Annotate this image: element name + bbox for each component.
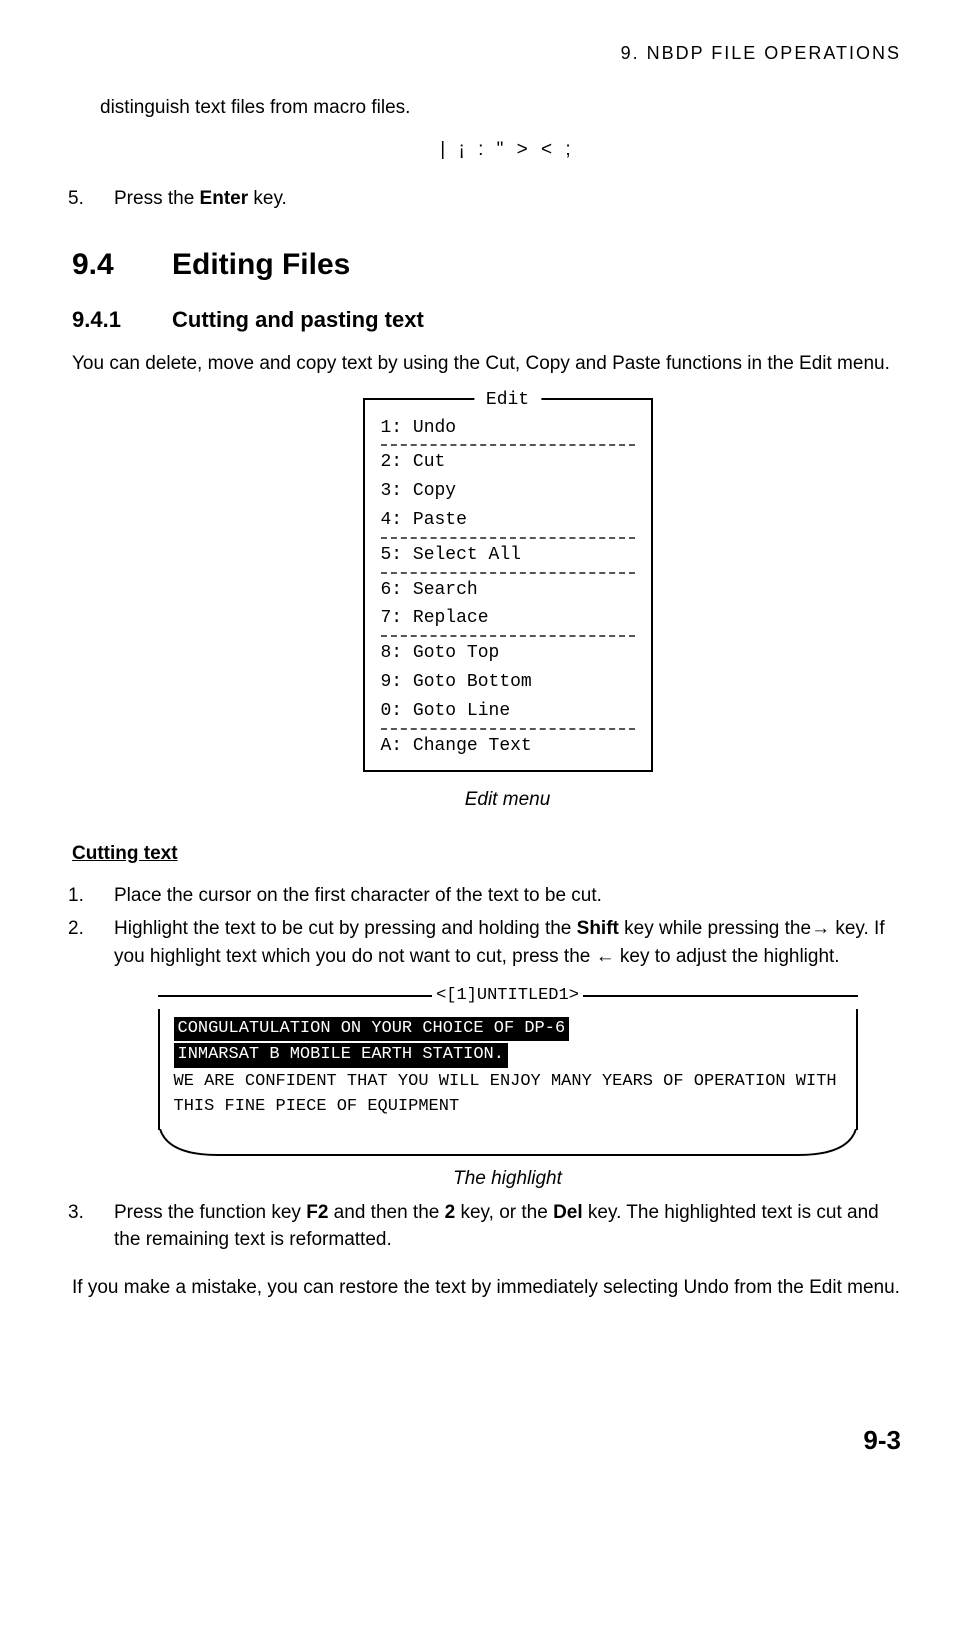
t: and then the	[328, 1202, 444, 1223]
edit-menu-item-undo: 1: Undo	[381, 414, 635, 443]
plain-text: WE ARE CONFIDENT THAT YOU WILL ENJOY MAN…	[174, 1072, 837, 1116]
edit-menu-caption: Edit menu	[114, 786, 901, 814]
undo-note: If you make a mistake, you can restore t…	[72, 1274, 901, 1302]
edit-menu-item-goto-top: 8: Goto Top	[381, 639, 635, 668]
step-content: Press the Enter key.	[114, 185, 901, 213]
step5-text-a: Press the	[114, 188, 200, 209]
menu-divider	[381, 444, 635, 446]
cut-step-1: 1. Place the cursor on the first charact…	[68, 882, 901, 910]
highlight-body: CONGULATULATION ON YOUR CHOICE OF DP-6 I…	[158, 1009, 858, 1130]
chapter-header: 9. NBDP FILE OPERATIONS	[72, 40, 901, 66]
subsection-title: Cutting and pasting text	[172, 307, 424, 332]
highlighted-line-2: INMARSAT B MOBILE EARTH STATION.	[174, 1043, 508, 1068]
cutting-text-heading: Cutting text	[72, 840, 901, 868]
section-title: Editing Files	[172, 248, 350, 281]
step-content: Highlight the text to be cut by pressing…	[114, 915, 901, 970]
highlight-figure: <[1]UNTITLED1> CONGULATULATION ON YOUR C…	[114, 984, 901, 1159]
enter-key-label: Enter	[200, 188, 249, 209]
menu-divider	[381, 572, 635, 574]
cut-step-2: 2. Highlight the text to be cut by press…	[68, 915, 901, 970]
section-number: 9.4	[72, 243, 172, 287]
hb-line-left	[158, 995, 433, 997]
edit-menu-item-paste: 4: Paste	[381, 506, 635, 535]
highlight-box: <[1]UNTITLED1> CONGULATULATION ON YOUR C…	[158, 984, 858, 1159]
step-5: 5. Press the Enter key.	[68, 185, 901, 213]
menu-divider	[381, 537, 635, 539]
step-number: 1.	[68, 882, 114, 910]
page-number: 9-3	[72, 1422, 901, 1460]
highlighted-line-1: CONGULATULATION ON YOUR CHOICE OF DP-6	[174, 1017, 570, 1042]
step-content: Place the cursor on the first character …	[114, 882, 901, 910]
key-2-label: 2	[445, 1202, 456, 1223]
edit-menu-item-change-text: A: Change Text	[381, 732, 635, 761]
shift-key-label: Shift	[577, 918, 619, 939]
cut-step-3: 3. Press the function key F2 and then th…	[68, 1199, 901, 1254]
step-number: 5.	[68, 185, 114, 213]
section-9-4-heading: 9.4Editing Files	[72, 243, 901, 287]
special-characters: | ¡ : " > < ;	[114, 136, 901, 164]
edit-menu-figure: Edit 1: Undo 2: Cut 3: Copy 4: Paste 5: …	[114, 398, 901, 773]
edit-menu-item-replace: 7: Replace	[381, 604, 635, 633]
edit-menu-item-goto-bottom: 9: Goto Bottom	[381, 668, 635, 697]
cut-step2-a: Highlight the text to be cut by pressing…	[114, 918, 577, 939]
step5-text-b: key.	[248, 188, 287, 209]
highlight-bottom-curve	[158, 1129, 858, 1159]
hb-line-right	[583, 995, 858, 997]
highlight-caption: The highlight	[114, 1165, 901, 1193]
step-number: 2.	[68, 915, 114, 970]
edit-menu-item-select-all: 5: Select All	[381, 541, 635, 570]
step-number: 3.	[68, 1199, 114, 1254]
subsection-intro: You can delete, move and copy text by us…	[72, 350, 901, 378]
menu-divider	[381, 728, 635, 730]
edit-menu-box: Edit 1: Undo 2: Cut 3: Copy 4: Paste 5: …	[363, 398, 653, 773]
step-content: Press the function key F2 and then the 2…	[114, 1199, 901, 1254]
t: key, or the	[455, 1202, 553, 1223]
highlight-title: <[1]UNTITLED1>	[432, 984, 583, 1009]
edit-menu-item-goto-line: 0: Goto Line	[381, 697, 635, 726]
del-key-label: Del	[553, 1202, 583, 1223]
edit-menu-item-copy: 3: Copy	[381, 477, 635, 506]
edit-menu-item-cut: 2: Cut	[381, 448, 635, 477]
edit-menu-title: Edit	[474, 386, 541, 415]
subsection-9-4-1-heading: 9.4.1Cutting and pasting text	[72, 304, 901, 336]
subsection-number: 9.4.1	[72, 304, 172, 336]
edit-menu-item-search: 6: Search	[381, 576, 635, 605]
t: Press the function key	[114, 1202, 306, 1223]
menu-divider	[381, 635, 635, 637]
paragraph-distinguish: distinguish text files from macro files.	[100, 94, 901, 122]
f2-key-label: F2	[306, 1202, 328, 1223]
